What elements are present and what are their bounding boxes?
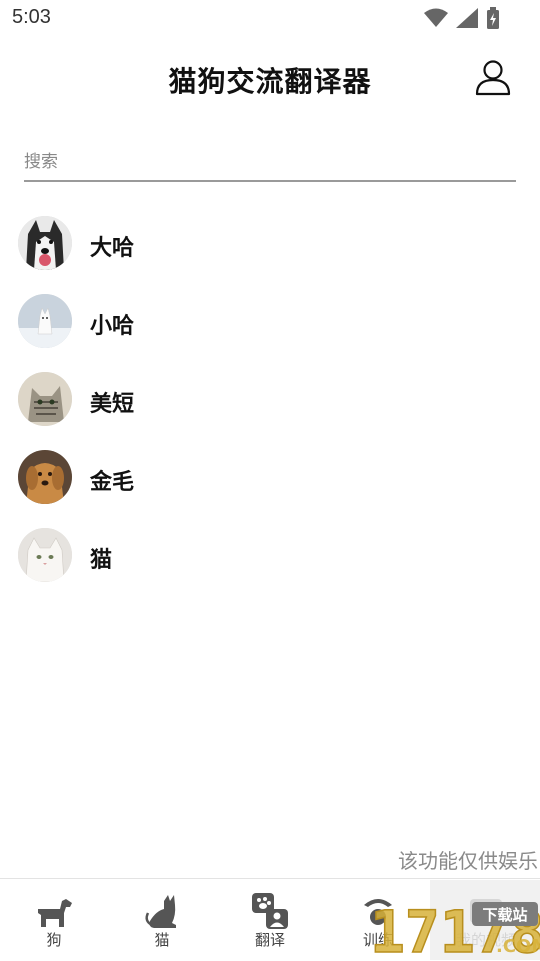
cat-icon xyxy=(145,895,176,928)
item-label: 金毛 xyxy=(90,470,135,495)
item-label: 美短 xyxy=(90,392,135,417)
tabby-cat-avatar-icon xyxy=(18,372,72,426)
status-bar: 5:03 xyxy=(0,0,540,36)
dog-icon xyxy=(38,899,72,927)
list-item[interactable]: 猫 xyxy=(0,516,540,594)
item-label: 小哈 xyxy=(90,314,135,339)
avatar xyxy=(18,450,72,504)
search-input[interactable] xyxy=(24,146,516,178)
item-label: 猫 xyxy=(90,548,113,573)
tab-training[interactable]: 训练 xyxy=(324,879,432,961)
tab-my-videos[interactable]: 我的视频 xyxy=(432,879,540,961)
tab-label: 我的视频 xyxy=(455,931,516,949)
battery-icon xyxy=(487,7,499,29)
avatar xyxy=(18,528,72,582)
avatar xyxy=(18,216,72,270)
user-icon xyxy=(475,60,511,96)
app-header: 猫狗交流翻译器 xyxy=(0,44,540,114)
list-item[interactable]: 小哈 xyxy=(0,282,540,360)
list-item[interactable]: 大哈 xyxy=(0,204,540,282)
signal-icon xyxy=(456,8,478,28)
tab-label: 猫 xyxy=(154,931,170,949)
tab-label: 翻译 xyxy=(254,931,285,949)
white-cat-avatar-icon xyxy=(18,528,72,582)
translate-paw-icon xyxy=(252,893,288,929)
list-item[interactable]: 金毛 xyxy=(0,438,540,516)
avatar xyxy=(18,372,72,426)
entertainment-disclaimer: 该功能仅供娱乐 xyxy=(398,849,538,873)
bottom-nav: 狗 猫 翻译 训练 我的视频 xyxy=(0,878,540,961)
status-icons xyxy=(424,7,500,29)
training-icon xyxy=(364,899,392,925)
snow-dog-avatar-icon xyxy=(18,294,72,348)
search-bar xyxy=(24,146,516,182)
video-icon xyxy=(470,899,502,923)
tab-translate[interactable]: 翻译 xyxy=(216,879,324,961)
tab-label: 狗 xyxy=(46,931,62,949)
item-label: 大哈 xyxy=(90,236,135,261)
husky-avatar-icon xyxy=(18,216,72,270)
tab-dog[interactable]: 狗 xyxy=(0,879,108,961)
status-time: 5:03 xyxy=(12,6,51,28)
pet-list: 大哈 小哈 美短 金毛 猫 xyxy=(0,204,540,594)
golden-retriever-avatar-icon xyxy=(18,450,72,504)
list-item[interactable]: 美短 xyxy=(0,360,540,438)
page-title: 猫狗交流翻译器 xyxy=(168,65,372,98)
avatar xyxy=(18,294,72,348)
profile-button[interactable] xyxy=(474,58,512,96)
tab-label: 训练 xyxy=(362,931,393,949)
tab-cat[interactable]: 猫 xyxy=(108,879,216,961)
wifi-icon xyxy=(424,8,448,27)
